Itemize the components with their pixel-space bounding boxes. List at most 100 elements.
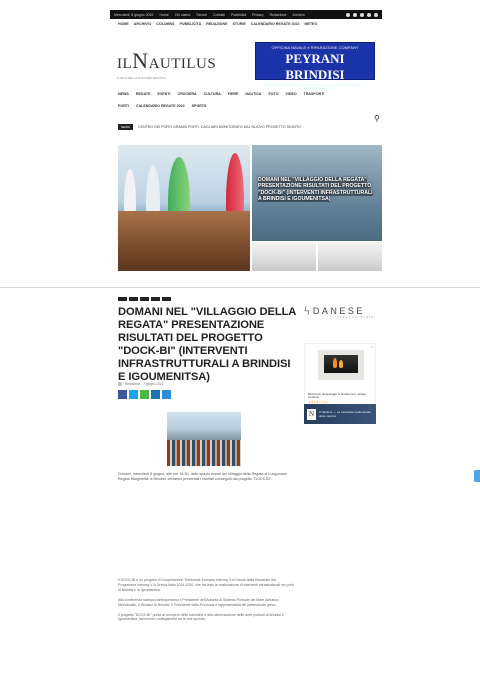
- rss-icon[interactable]: [374, 12, 378, 17]
- nav-item-regate[interactable]: REGATE: [136, 92, 151, 96]
- category-tag-2[interactable]: [129, 297, 138, 301]
- product-description: Biocamino da appoggio in acciaio nero, d…: [308, 392, 366, 400]
- nav-item-nautica[interactable]: NAUTICA: [245, 92, 261, 96]
- flame: [333, 358, 337, 368]
- article-lead: Domani, mercoledì 8 giugno, alle ore 18.…: [118, 472, 288, 481]
- topnav-item-storie[interactable]: STORIE: [232, 22, 245, 26]
- header-ad-banner[interactable]: OFFICINA NAVALE e RIPARAZIONE COMPANY PE…: [255, 42, 375, 90]
- nav-item-porti[interactable]: PORTI: [118, 104, 129, 108]
- instagram-icon[interactable]: [360, 12, 364, 17]
- category-tag-3[interactable]: [140, 297, 149, 301]
- topnav-item-pubblicita[interactable]: PUBBLICITÀ: [180, 22, 202, 26]
- article-body: Il DOCK-BI è un progetto di Cooperazione…: [118, 578, 294, 627]
- news-ticker: NEWS CENTRO DEI PORTI GRANDI PORTI, CAGL…: [118, 124, 301, 130]
- site-logo[interactable]: ILNAUTILUS IL SITO DELLA CULTURA NAUTICA: [117, 48, 217, 84]
- section-divider: [0, 287, 480, 288]
- article-title: DOMANI NEL "VILLAGGIO DELLA REGATA" PRES…: [118, 306, 296, 383]
- nav-item-news[interactable]: NEWS: [118, 92, 129, 96]
- nav-item-crociera[interactable]: CROCIERA: [177, 92, 196, 96]
- top-utility-bar: Mercoledì, 8 giugno 2022 Home Chi siamo …: [110, 10, 382, 19]
- floating-feedback-tab[interactable]: [474, 470, 480, 482]
- nav-item-calendario[interactable]: CALENDARIO REGATE 2022: [136, 104, 185, 108]
- article-paragraph: Alla conferenza stampa parteciperanno il…: [118, 597, 279, 607]
- logo-tagline: IL SITO DELLA CULTURA NAUTICA: [117, 76, 166, 80]
- coastal-rock: [118, 211, 250, 271]
- newsletter-text: Il Nautilus — La newsletter settimanale …: [319, 410, 371, 418]
- top-link-5[interactable]: Pubblicità: [231, 13, 246, 17]
- share-whatsapp-icon[interactable]: [151, 390, 160, 399]
- sail-white-1: [124, 169, 136, 213]
- topnav-item-columns[interactable]: COLUMNS: [156, 22, 174, 26]
- top-link-6[interactable]: Privacy: [252, 13, 263, 17]
- article-photo[interactable]: [167, 412, 241, 466]
- share-twitter-icon[interactable]: [129, 390, 138, 399]
- article-categories: [118, 297, 171, 301]
- sidebar-newsletter-banner[interactable]: N Il Nautilus — La newsletter settimanal…: [304, 404, 376, 424]
- ticker-badge: NEWS: [118, 124, 133, 130]
- top-link-7[interactable]: Redazione: [270, 13, 287, 17]
- ad-top-text: OFFICINA NAVALE e RIPARAZIONE COMPANY: [271, 45, 359, 50]
- article-date: 7 giugno 2022: [143, 382, 164, 386]
- top-link-1[interactable]: Home: [160, 13, 169, 17]
- top-link-3[interactable]: Servizi: [196, 13, 207, 17]
- sidebar-product-ad[interactable]: ✕ Biocamino da appoggio in acciaio nero,…: [304, 343, 376, 413]
- nav-item-video[interactable]: VIDEO: [285, 92, 296, 96]
- flame: [339, 360, 343, 368]
- category-tag-1[interactable]: [118, 297, 127, 301]
- sail-white-2: [146, 165, 160, 213]
- hero-main-image[interactable]: [118, 145, 250, 271]
- nav-item-trasporti[interactable]: TRASPORTI: [304, 92, 325, 96]
- hero-featured-title: DOMANI NEL "VILLAGGIO DELLA REGATA" PRES…: [258, 177, 373, 203]
- current-date: Mercoledì, 8 giugno 2022: [114, 12, 154, 17]
- top-link-2[interactable]: Chi siamo: [175, 13, 191, 17]
- topnav-item-archivio[interactable]: ARCHIVIO: [134, 22, 152, 26]
- share-buttons: [118, 390, 171, 399]
- article-author[interactable]: Redazione: [125, 382, 140, 386]
- category-tag-5[interactable]: [162, 297, 171, 301]
- share-linkedin-icon[interactable]: [162, 390, 171, 399]
- ticker-text[interactable]: CENTRO DEI PORTI GRANDI PORTI, CAGLIARI …: [138, 125, 301, 129]
- top-link-4[interactable]: Contatti: [213, 13, 225, 17]
- hero-thumb-2[interactable]: [318, 242, 382, 271]
- nav-item-foto[interactable]: FOTO: [269, 92, 279, 96]
- share-facebook-icon[interactable]: [118, 390, 127, 399]
- danese-mark-icon: ϟ: [304, 303, 310, 318]
- article-paragraph: Il progetto "DOCK-BI" punta al recupero …: [118, 612, 284, 622]
- nav-item-eventi[interactable]: EVENTI: [158, 92, 171, 96]
- hero-featured-article[interactable]: DOMANI NEL "VILLAGGIO DELLA REGATA" PRES…: [252, 145, 382, 241]
- main-nav: NEWS REGATE EVENTI CROCIERA CULTURA FIER…: [118, 88, 386, 112]
- close-icon[interactable]: ✕: [370, 345, 373, 349]
- twitter-icon[interactable]: [353, 12, 357, 17]
- social-icons: [346, 12, 378, 17]
- page: Mercoledì, 8 giugno 2022 Home Chi siamo …: [0, 0, 480, 681]
- danese-subtitle: CASA LUCI CAMINI: [337, 316, 376, 319]
- article-meta: Redazione 7 giugno 2022: [118, 382, 163, 386]
- facebook-icon[interactable]: [346, 12, 350, 17]
- category-tag-4[interactable]: [151, 297, 160, 301]
- youtube-icon[interactable]: [367, 12, 371, 17]
- article-paragraph: Il DOCK-BI è un progetto di Cooperazione…: [118, 578, 294, 592]
- nav-item-cultura[interactable]: CULTURA: [204, 92, 221, 96]
- nav-item-fiere[interactable]: FIERE: [228, 92, 239, 96]
- topnav-item-redazione[interactable]: REDAZIONE: [206, 22, 227, 26]
- product-image: [318, 350, 364, 380]
- nautilus-mark-icon: N: [307, 408, 317, 420]
- share-pinterest-icon[interactable]: [140, 390, 149, 399]
- search-icon[interactable]: ⚲: [374, 114, 380, 123]
- topnav-item-home[interactable]: HOME: [118, 22, 129, 26]
- topnav-item-calendario[interactable]: CALENDARIO REGATE 2022: [251, 22, 300, 26]
- danese-name: DANESE: [312, 306, 365, 316]
- crowd: [167, 440, 241, 466]
- sidebar-danese-logo[interactable]: ϟ DANESE CASA LUCI CAMINI: [304, 303, 376, 319]
- nav-item-sports[interactable]: SPORTS: [192, 104, 207, 108]
- author-avatar: [118, 382, 122, 386]
- topnav-item-meteo[interactable]: METEO: [304, 22, 317, 26]
- hero-thumb-1[interactable]: [252, 242, 316, 271]
- hero-grid: DOMANI NEL "VILLAGGIO DELLA REGATA" PRES…: [118, 145, 382, 271]
- sail-red: [226, 153, 244, 213]
- sail-green: [168, 157, 190, 215]
- ad-brand-name: PEYRANI BRINDISI: [285, 51, 345, 82]
- secondary-nav: HOME ARCHIVIO COLUMNS PUBBLICITÀ REDAZIO…: [118, 22, 317, 26]
- top-link-8[interactable]: Archivio: [292, 13, 304, 17]
- logo-wordmark: ILNAUTILUS: [117, 48, 217, 73]
